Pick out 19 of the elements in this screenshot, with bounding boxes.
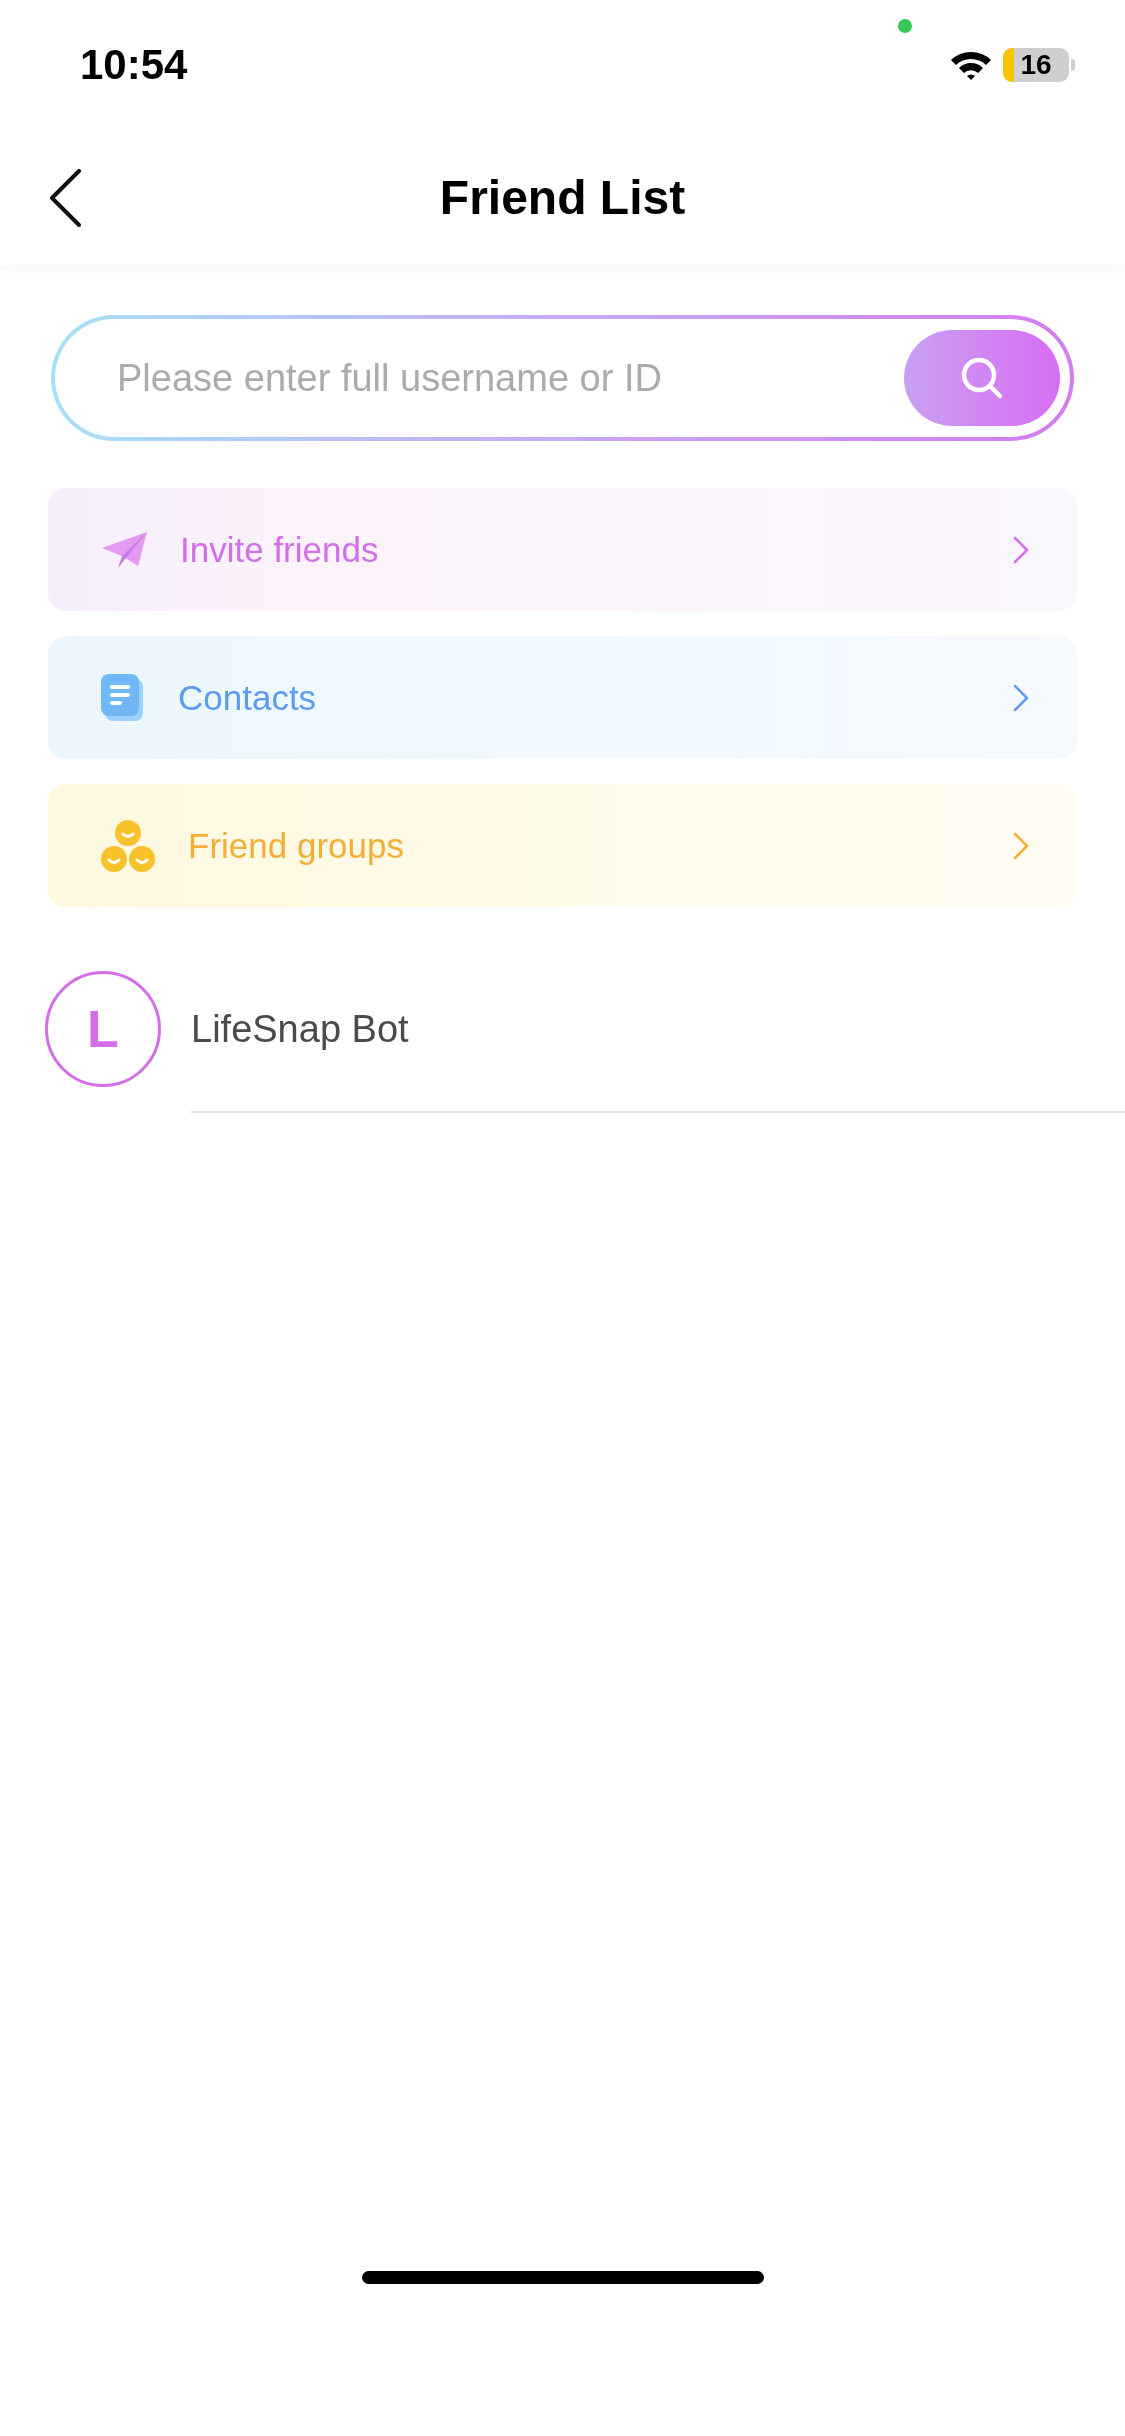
menu-label: Friend groups <box>188 825 405 866</box>
page-title: Friend List <box>439 170 686 225</box>
smiley-group-icon <box>100 817 156 874</box>
document-icon <box>100 672 146 723</box>
search-field[interactable]: Please enter full username or ID <box>115 355 904 401</box>
menu-row[interactable]: Friend groups <box>48 784 1077 907</box>
menu-row[interactable]: Contacts <box>48 636 1077 759</box>
menu-label: Invite friends <box>180 529 380 570</box>
status-time: 10:54 <box>80 41 188 89</box>
friend-name: LifeSnap Bot <box>191 1007 409 1051</box>
avatar: L <box>45 971 161 1087</box>
back-icon[interactable] <box>48 169 82 227</box>
menu-row[interactable]: Invite friends <box>48 488 1077 611</box>
camera-indicator-icon <box>898 19 912 33</box>
paper-plane-icon <box>100 529 148 570</box>
friend-row[interactable]: L LifeSnap Bot <box>0 945 1125 1113</box>
wifi-icon <box>949 49 993 81</box>
search-button[interactable] <box>904 330 1060 426</box>
menu-label: Contacts <box>178 677 318 718</box>
